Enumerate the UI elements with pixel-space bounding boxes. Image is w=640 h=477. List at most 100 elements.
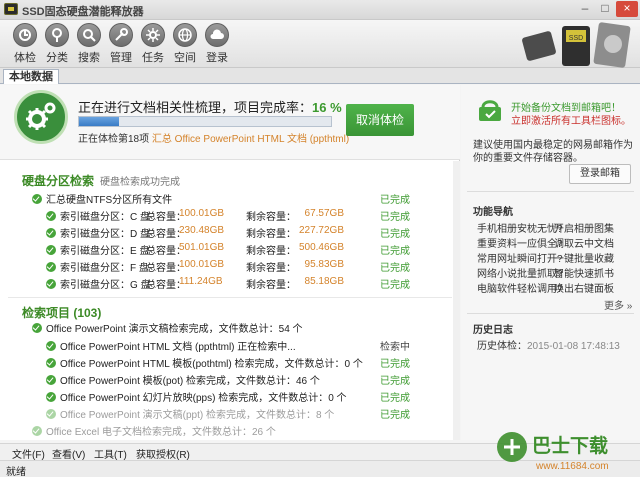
category-button[interactable]: 分类 — [42, 23, 72, 65]
mailbox-description: 建议使用国内最稳定的网易邮箱作为你的重要文件存储容器。 — [473, 140, 633, 164]
main-panel: 正在进行文档相关性梳理，项目完成率：16 % 正在体检第18项 汇总 Offic… — [0, 85, 460, 440]
progress-file: 汇总 Office PowerPoint HTML 文档 (ppthtml) — [151, 134, 350, 145]
partition-row: 索引磁盘分区：F 盘 — [46, 259, 149, 274]
tab-strip: 本地数据 — [0, 68, 640, 84]
search-item-row: Office PowerPoint 幻灯片放映(pps) 检索完成，文件数总计：… — [46, 389, 347, 404]
check-icon — [32, 323, 42, 333]
search-icon — [77, 23, 101, 47]
partition-total: 501.01GB — [179, 242, 225, 253]
search-item-status: 检索中 — [380, 342, 410, 353]
check-icon — [46, 409, 56, 419]
manage-button[interactable]: 管理 — [106, 23, 136, 65]
search-item-label: Office PowerPoint HTML 模板(pothtml) 检索完成，… — [60, 359, 363, 370]
space-button[interactable]: 空间 — [170, 23, 200, 65]
search-item-row: Office PowerPoint 模板(pot) 检索完成，文件数总计：46 … — [46, 372, 320, 387]
partition-name: 索引磁盘分区：F 盘 — [60, 263, 149, 274]
window-title: SSD固态硬盘潜能释放器 — [22, 6, 144, 18]
search-group-label: Office PowerPoint 演示文稿检索完成，文件数总计：54 个 — [46, 324, 303, 335]
nav-action-link[interactable]: 一键批量收藏 — [554, 250, 614, 265]
pin-icon — [45, 23, 69, 47]
partition-free-label: 剩余容量： — [246, 280, 296, 291]
nav-question-link[interactable]: 手机相册安枕无忧? — [477, 220, 563, 235]
partition-summary-status: 已完成 — [380, 195, 410, 206]
partition-total: 230.48GB — [179, 225, 225, 236]
partition-subtitle: 硬盘检索成功完成 — [100, 177, 181, 188]
globe-icon — [173, 23, 197, 47]
partition-summary-row: 汇总硬盘NTFS分区所有文件 — [32, 191, 172, 206]
partition-free-label: 剩余容量： — [246, 212, 296, 223]
search-cut-row: Office Excel 电子文档检索完成，文件数总计：26 个 — [32, 423, 276, 438]
partition-free-label: 剩余容量： — [246, 263, 296, 274]
minimize-button[interactable]: – — [576, 1, 594, 17]
partition-free: 67.57GB — [304, 208, 344, 219]
search-item-label: Office PowerPoint HTML 文档 (ppthtml) 正在检索… — [60, 342, 296, 353]
check-icon — [46, 228, 56, 238]
ad-activate-link[interactable]: 立即激活所有工具栏图标。 — [511, 112, 631, 127]
right-panel: 开始备份文档到邮箱吧！ 立即激活所有工具栏图标。 建议使用国内最稳定的网易邮箱作… — [461, 85, 640, 440]
login-button[interactable]: 登录 — [202, 23, 232, 65]
check-icon — [32, 194, 42, 204]
partition-title: 硬盘分区检索 — [22, 174, 95, 188]
search-item-label: Office PowerPoint 幻灯片放映(pps) 检索完成，文件数总计：… — [60, 393, 347, 404]
nav-question-link[interactable]: 重要资料一应俱全? — [477, 235, 563, 250]
partition-name: 索引磁盘分区：C 盘 — [60, 212, 150, 223]
nav-action-link[interactable]: 智能快速抓书 — [554, 265, 614, 280]
history-entry: 历史体检：2015-01-08 17:48:13 — [477, 337, 620, 352]
watermark-brand: 巴士下载 — [532, 434, 608, 457]
nav-question-link[interactable]: 网络小说批量抓取? — [477, 265, 563, 280]
more-link[interactable]: 更多 » — [604, 297, 632, 312]
history-label: 历史体检： — [477, 341, 527, 352]
search-item-label: Office PowerPoint 演示文稿(ppt) 检索完成，文件数总计：8… — [60, 410, 335, 421]
divider — [467, 313, 634, 314]
tab-local-data[interactable]: 本地数据 — [3, 69, 59, 84]
menu-license[interactable]: 获取授权(R) — [136, 446, 190, 461]
partition-status: 已完成 — [380, 229, 410, 240]
progress-bar-fill — [79, 117, 120, 126]
nav-question-link[interactable]: 电脑软件轻松调用? — [477, 280, 563, 295]
partition-status: 已完成 — [380, 263, 410, 274]
search-item-row: Office PowerPoint 演示文稿(ppt) 检索完成，文件数总计：8… — [46, 406, 334, 421]
check-icon — [46, 279, 56, 289]
partition-summary-label: 汇总硬盘NTFS分区所有文件 — [46, 195, 173, 206]
login-mailbox-button[interactable]: 登录邮箱 — [569, 164, 631, 184]
nav-action-link[interactable]: 调取云中文档 — [554, 235, 614, 250]
watermark-url: www.11684.com — [535, 461, 609, 472]
maximize-button[interactable]: □ — [596, 1, 614, 17]
status-text: 就绪 — [6, 467, 26, 477]
tools-icon — [109, 23, 133, 47]
partition-status: 已完成 — [380, 246, 410, 257]
partition-name: 索引磁盘分区：G 盘 — [60, 280, 151, 291]
nav-action-link[interactable]: 唤出右键面板 — [554, 280, 614, 295]
search-item-status: 已完成 — [380, 393, 410, 404]
search-item-row: Office PowerPoint HTML 文档 (ppthtml) 正在检索… — [46, 338, 296, 353]
close-button[interactable]: × — [616, 1, 638, 17]
checkup-button[interactable]: 体检 — [10, 23, 40, 65]
ssd-drive-art: SSD — [522, 22, 631, 68]
progress-step: 正在体检第18项 — [78, 134, 150, 145]
partition-row: 索引磁盘分区：D 盘 — [46, 225, 150, 240]
cancel-checkup-button[interactable]: 取消体检 — [346, 104, 414, 136]
category-label: 分类 — [46, 52, 68, 64]
partition-total: 100.01GB — [179, 208, 225, 219]
search-items-title: 检索项目 (103) — [22, 306, 102, 320]
partition-status: 已完成 — [380, 212, 410, 223]
menu-file[interactable]: 文件(F) — [12, 446, 45, 461]
partition-name: 索引磁盘分区：D 盘 — [60, 229, 150, 240]
scrollbar[interactable] — [453, 161, 460, 440]
partition-total: 100.01GB — [179, 259, 225, 270]
history-title: 历史日志 — [473, 325, 513, 336]
check-icon — [32, 426, 42, 436]
partition-section-title: 硬盘分区检索 硬盘检索成功完成 — [22, 172, 180, 189]
task-button[interactable]: 任务 — [138, 23, 168, 65]
manage-label: 管理 — [110, 52, 132, 64]
nav-question-link[interactable]: 常用网址瞬间打开? — [477, 250, 563, 265]
history-time: 2015-01-08 17:48:13 — [527, 341, 620, 352]
check-icon — [46, 262, 56, 272]
menu-view[interactable]: 查看(V) — [52, 446, 85, 461]
watermark-logo: 巴士下载 www.11684.com — [497, 432, 609, 472]
nav-action-link[interactable]: 开启相册图集 — [554, 220, 614, 235]
menu-tools[interactable]: 工具(T) — [94, 446, 127, 461]
mail-backup-icon — [479, 100, 501, 121]
search-button[interactable]: 搜索 — [74, 23, 104, 65]
app-icon — [4, 3, 18, 15]
